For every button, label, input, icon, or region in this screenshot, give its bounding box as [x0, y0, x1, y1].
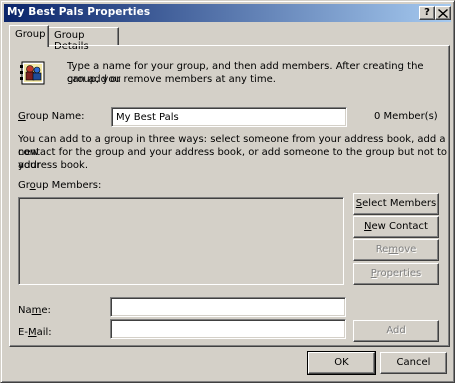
group-members-list[interactable]: [18, 197, 344, 285]
ok-button[interactable]: OK: [307, 351, 376, 375]
group-members-label: Group Members:: [18, 180, 102, 191]
properties-button[interactable]: Properties: [353, 263, 439, 285]
select-members-button[interactable]: Select Members: [353, 193, 439, 215]
name-label: Name:: [18, 305, 51, 316]
contact-group-icon: [20, 61, 45, 85]
group-name-input[interactable]: [111, 107, 347, 127]
cancel-button[interactable]: Cancel: [380, 352, 447, 374]
properties-dialog: My Best Pals Properties ? Group Group De…: [0, 0, 455, 383]
tab-group-details[interactable]: Group Details: [48, 27, 119, 52]
name-input[interactable]: [110, 297, 346, 317]
add-button[interactable]: Add: [353, 320, 439, 342]
new-contact-button[interactable]: New Contact: [353, 216, 439, 238]
email-label: E-Mail:: [18, 327, 52, 338]
help-button[interactable]: ?: [419, 6, 435, 20]
window-title: My Best Pals Properties: [7, 6, 151, 18]
email-input[interactable]: [110, 319, 346, 339]
title-bar[interactable]: My Best Pals Properties ?: [4, 4, 451, 22]
remove-button[interactable]: Remove: [353, 239, 439, 261]
tab-group[interactable]: Group: [9, 25, 49, 47]
intro-text-line2: can add or remove members at any time.: [67, 74, 276, 85]
ways-text-line3: address book.: [18, 160, 89, 171]
group-name-label: Group Name:: [18, 111, 85, 122]
close-button[interactable]: [435, 6, 451, 20]
close-icon: [438, 9, 448, 18]
member-count: 0 Member(s): [374, 111, 438, 122]
